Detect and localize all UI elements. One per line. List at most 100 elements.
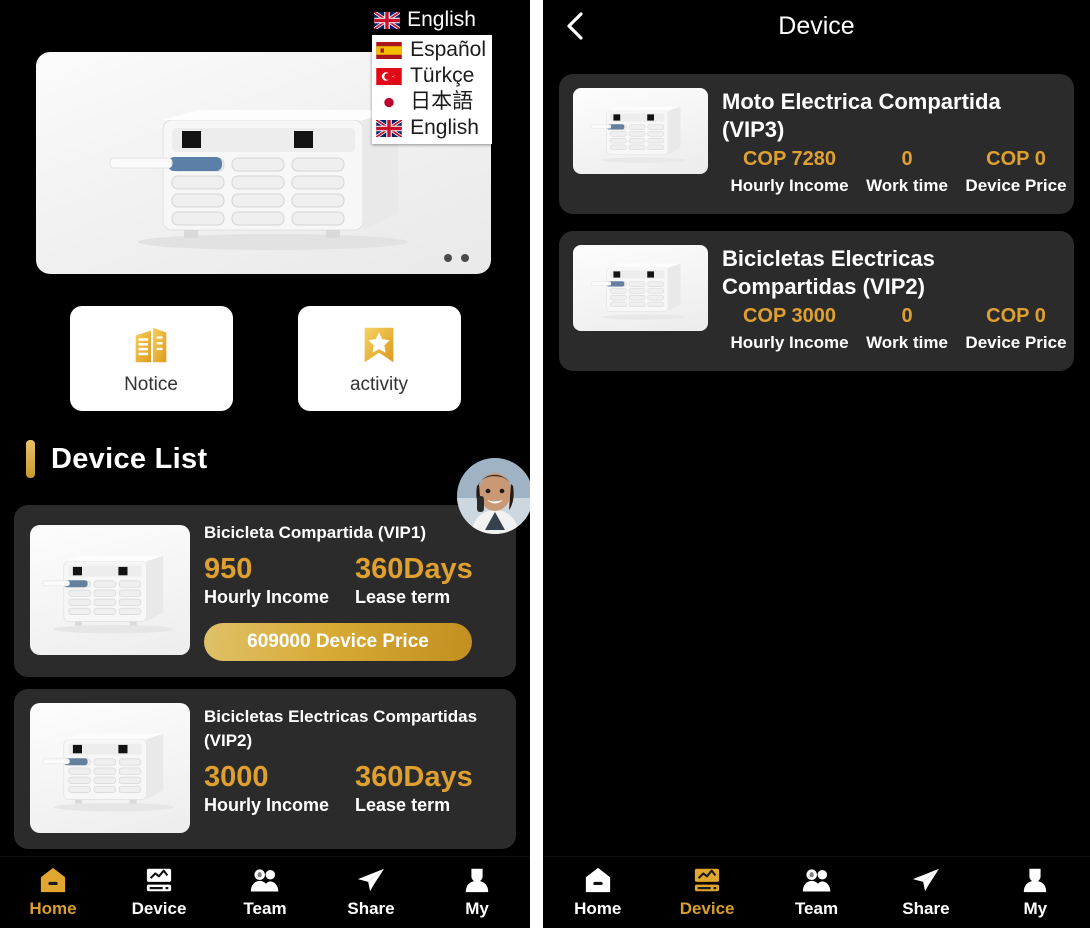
- app-screenshot: English Español: [0, 0, 1090, 928]
- device-name: Bicicleta Compartida (VIP1): [204, 521, 500, 545]
- back-button[interactable]: [557, 8, 593, 44]
- tab-label: Share: [902, 899, 949, 919]
- device-card-body: Bicicleta Compartida (VIP1) 950 Hourly I…: [204, 519, 500, 661]
- tab-home[interactable]: Home: [0, 857, 106, 928]
- tab-label: My: [465, 899, 489, 919]
- tab-label: Home: [29, 899, 76, 919]
- device-price-button[interactable]: 609000 Device Price: [204, 623, 472, 661]
- stat-value: COP 3000: [722, 303, 857, 329]
- device-stat: 3000 Hourly Income: [204, 761, 329, 817]
- spain-flag-icon: [376, 42, 402, 59]
- notice-tile[interactable]: Notice: [70, 306, 233, 411]
- device-thumbnail: [30, 525, 190, 655]
- team-icon: [250, 866, 280, 894]
- stat-value: 0: [857, 303, 957, 329]
- stat-label: Hourly Income: [722, 331, 857, 355]
- carousel-dot[interactable]: [444, 254, 452, 262]
- tab-team[interactable]: Team: [762, 857, 871, 928]
- language-option-es[interactable]: Español: [376, 37, 486, 63]
- language-option-label: Türkçe: [410, 63, 474, 89]
- tab-device[interactable]: Device: [106, 857, 212, 928]
- stat-value: 0: [857, 146, 957, 172]
- device-thumbnail: [30, 703, 190, 833]
- turkey-flag-icon: [376, 68, 402, 85]
- tab-label: Home: [574, 899, 621, 919]
- tab-my[interactable]: My: [424, 857, 530, 928]
- japan-flag-icon: [376, 94, 402, 111]
- stat-label: Device Price: [957, 331, 1075, 355]
- device-thumbnail: [573, 88, 708, 174]
- stat-value: COP 0: [957, 146, 1075, 172]
- device-stat: 360Days Lease term: [355, 761, 473, 817]
- device-stat: 360Days Lease term: [355, 553, 473, 609]
- language-option-en[interactable]: English: [376, 115, 486, 141]
- activity-tile[interactable]: activity: [298, 306, 461, 411]
- tab-label: Device: [680, 899, 735, 919]
- device-stat-values: COP 3000 0 COP 0: [722, 303, 1060, 329]
- language-option-label: English: [410, 115, 479, 141]
- share-paperplane-icon: [356, 866, 386, 894]
- device-name: Bicicletas Electricas Compartidas (VIP2): [204, 705, 500, 753]
- home-panel: English Español: [0, 0, 530, 928]
- tab-share[interactable]: Share: [871, 857, 980, 928]
- device-name: Moto Electrica Compartida (VIP3): [722, 88, 1060, 144]
- stat-value: 360Days: [355, 761, 473, 793]
- stat-label: Work time: [857, 174, 957, 198]
- notice-tile-label: Notice: [124, 374, 178, 396]
- stat-label: Hourly Income: [204, 793, 329, 817]
- device-card[interactable]: Bicicleta Compartida (VIP1) 950 Hourly I…: [14, 505, 516, 677]
- language-option-label: 日本語: [410, 89, 473, 115]
- language-current-selection[interactable]: English: [372, 6, 492, 35]
- team-icon: [802, 866, 832, 894]
- tab-label: Share: [347, 899, 394, 919]
- tab-team[interactable]: Team: [212, 857, 318, 928]
- quick-action-tiles: Notice activity: [0, 306, 530, 411]
- tab-my[interactable]: My: [981, 857, 1090, 928]
- carousel-dots[interactable]: [444, 254, 469, 262]
- customer-service-avatar[interactable]: [457, 458, 530, 534]
- device-stat-values: COP 7280 0 COP 0: [722, 146, 1060, 172]
- device-name: Bicicletas Electricas Compartidas (VIP2): [722, 245, 1060, 301]
- tab-label: Device: [132, 899, 187, 919]
- device-stat: 950 Hourly Income: [204, 553, 329, 609]
- stat-value: 3000: [204, 761, 329, 793]
- device-card-body: Bicicletas Electricas Compartidas (VIP2)…: [204, 703, 500, 833]
- tab-home[interactable]: Home: [543, 857, 652, 928]
- activity-tile-label: activity: [350, 374, 408, 396]
- stat-value: COP 7280: [722, 146, 857, 172]
- language-option-ja[interactable]: 日本語: [376, 89, 486, 115]
- uk-flag-icon: [374, 12, 400, 29]
- device-card-body: Moto Electrica Compartida (VIP3) COP 728…: [722, 88, 1060, 198]
- uk-flag-icon: [376, 120, 402, 137]
- language-dropdown-menu[interactable]: Español Türkçe 日本語: [372, 35, 492, 144]
- device-page-panel: Device: [543, 0, 1090, 928]
- power-bank-station-image: [589, 253, 693, 323]
- stat-value: COP 0: [957, 303, 1075, 329]
- carousel-dot[interactable]: [461, 254, 469, 262]
- tab-device[interactable]: Device: [652, 857, 761, 928]
- language-option-tr[interactable]: Türkçe: [376, 63, 486, 89]
- stat-label: Device Price: [957, 174, 1075, 198]
- stat-label: Hourly Income: [204, 585, 329, 609]
- device-card[interactable]: Moto Electrica Compartida (VIP3) COP 728…: [559, 74, 1074, 214]
- stat-label: Lease term: [355, 793, 473, 817]
- tab-share[interactable]: Share: [318, 857, 424, 928]
- device-list-heading: Device List: [26, 440, 207, 478]
- page-title: Device: [543, 12, 1090, 41]
- stat-label: Hourly Income: [722, 174, 857, 198]
- page-title: Device List: [51, 443, 207, 476]
- device-card[interactable]: Bicicletas Electricas Compartidas (VIP2)…: [14, 689, 516, 849]
- share-paperplane-icon: [911, 866, 941, 894]
- heading-accent-bar: [26, 440, 35, 478]
- device-card[interactable]: Bicicletas Electricas Compartidas (VIP2)…: [559, 231, 1074, 371]
- star-bookmark-icon: [356, 322, 402, 368]
- avatar: [457, 458, 530, 534]
- device-page-header: Device: [543, 0, 1090, 52]
- device-thumbnail: [573, 245, 708, 331]
- tab-label: Team: [243, 899, 286, 919]
- stat-value: 360Days: [355, 553, 473, 585]
- stat-label: Lease term: [355, 585, 473, 609]
- language-selector[interactable]: English Español: [372, 6, 492, 144]
- device-card-body: Bicicletas Electricas Compartidas (VIP2)…: [722, 245, 1060, 355]
- user-icon: [1020, 866, 1050, 894]
